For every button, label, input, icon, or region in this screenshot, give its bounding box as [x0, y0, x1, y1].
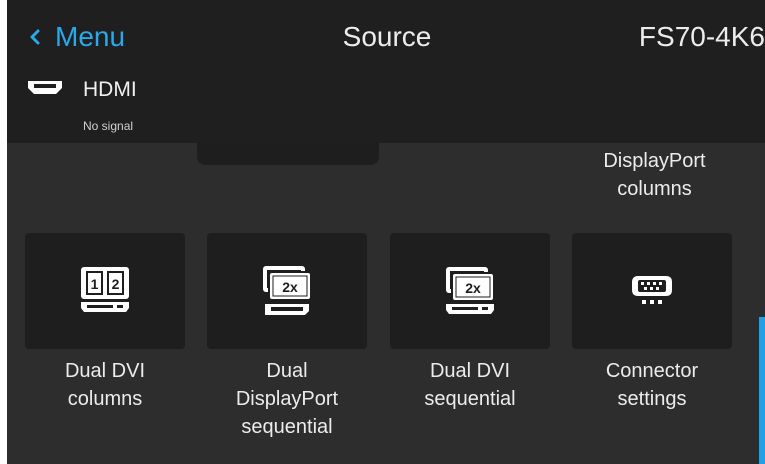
dual-displayport-sequential-label: Dual DisplayPort sequential	[235, 360, 339, 438]
device-name: FS70-4K6	[638, 21, 765, 52]
svg-text:2x: 2x	[282, 279, 298, 295]
dual-dvi-sequential-tile[interactable]: 2x	[390, 233, 550, 349]
svg-text:2: 2	[112, 276, 120, 292]
dual-dvi-columns-icon: 1 2	[81, 267, 129, 312]
connector-settings-label: Connector settings	[605, 360, 699, 410]
dual-displayport-sequential-tile[interactable]: 2x	[207, 233, 367, 349]
dual-dvi-sequential-option[interactable]: 2x Dual DVI sequential	[390, 233, 550, 413]
partial-tile-label: DisplayPort columns	[603, 150, 706, 200]
chevron-left-icon	[30, 29, 40, 45]
dual-dvi-columns-option[interactable]: 1 2 Dual DVI columns	[25, 233, 185, 413]
source-status: No signal	[83, 119, 134, 133]
hdmi-icon	[28, 81, 62, 94]
source-options-list[interactable]: DisplayPort columns 1 2 Dual DVI columns…	[7, 143, 765, 464]
dual-dvi-sequential-label: Dual DVI sequential	[424, 360, 516, 410]
connector-settings-icon	[632, 276, 672, 304]
connector-settings-tile[interactable]	[572, 233, 732, 349]
back-label: Menu	[55, 21, 126, 52]
back-button[interactable]: Menu	[29, 17, 125, 57]
dual-dvi-sequential-icon: 2x	[446, 267, 495, 314]
svg-text:1: 1	[91, 276, 99, 292]
scrollbar[interactable]	[759, 317, 765, 464]
dual-dvi-columns-label: Dual DVI columns	[64, 360, 146, 410]
dual-displayport-sequential-icon: 2x	[263, 266, 312, 315]
svg-text:2x: 2x	[465, 280, 481, 296]
header: Menu Source FS70-4K6 HDMI No signal	[7, 0, 765, 143]
page-title: Source	[342, 21, 432, 52]
dual-displayport-sequential-option[interactable]: 2x Dual DisplayPort sequential	[207, 233, 367, 441]
connector-settings-option[interactable]: Connector settings	[572, 233, 732, 413]
source-name: HDMI	[83, 78, 137, 101]
partial-tile[interactable]	[197, 143, 379, 165]
dual-dvi-columns-tile[interactable]: 1 2	[25, 233, 185, 349]
source-screen: Menu Source FS70-4K6 HDMI No signal Disp…	[7, 0, 765, 464]
